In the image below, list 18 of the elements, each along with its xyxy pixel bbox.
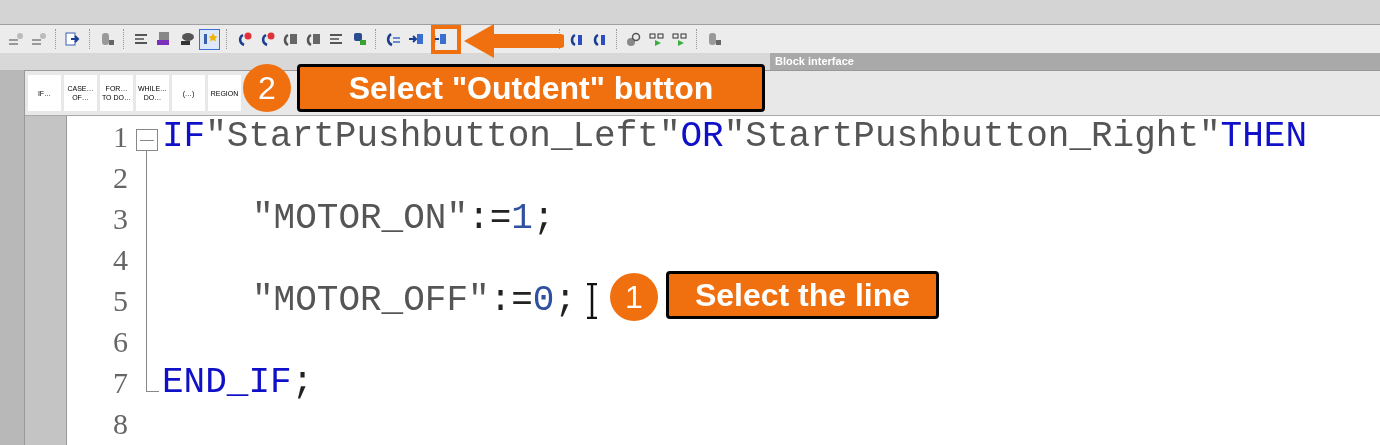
star-list-icon[interactable]: [199, 28, 220, 50]
panel-title: Block interface: [770, 53, 1380, 70]
line-number: 2: [112, 160, 129, 196]
line-number: 1: [112, 119, 129, 155]
line-number: 4: [112, 242, 129, 278]
callout-label: Select "Outdent" button: [297, 64, 765, 112]
line-number: 5: [112, 283, 129, 319]
line-number: 3: [112, 201, 129, 237]
code-line: "MOTOR_OFF":=0;: [252, 280, 577, 321]
code-line: IF"StartPushbutton_Left"OR"StartPushbutton_Right"THEN: [162, 116, 1308, 157]
highlight-frame: [431, 25, 461, 54]
line-number: 6: [112, 324, 129, 360]
callout-label: Select the line: [666, 271, 939, 319]
code-line: END_IF;: [162, 362, 314, 403]
line-number: 8: [112, 406, 129, 442]
code-line: "MOTOR_ON":=1;: [252, 198, 555, 239]
fold-toggle[interactable]: [136, 129, 158, 151]
line-number: 7: [112, 365, 129, 401]
